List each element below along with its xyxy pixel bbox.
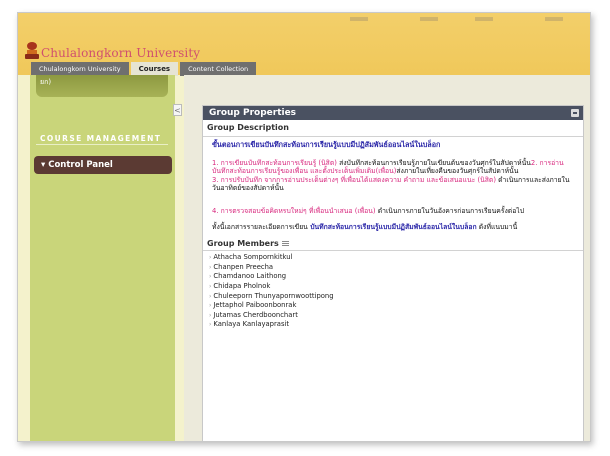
list-item[interactable]: Jutamas Cherdboonchart bbox=[209, 311, 583, 321]
group-members-list: Athacha Sompornkitkul Chanpen Preecha Ch… bbox=[203, 253, 583, 330]
note-document-title: บันทึกสะท้อนการเรียนรู้แบบมีปฏิสัมพันธ์อ… bbox=[307, 222, 477, 231]
list-item[interactable]: Jettaphol Paiboonbonrak bbox=[209, 301, 583, 311]
list-item[interactable]: Athacha Sompornkitkul bbox=[209, 253, 583, 263]
note-suffix: ดังที่แนบมานี้ bbox=[476, 222, 518, 231]
list-item[interactable]: Kanlaya Kanlayaprasit bbox=[209, 320, 583, 330]
tab-content-collection[interactable]: Content Collection bbox=[180, 62, 257, 76]
step-4-label: 4. การตรวจสอบข้อคิดหรบใหม่ๆ ที่เพื่อนนำเ… bbox=[212, 206, 353, 215]
group-properties-panel: Group Properties Group Description ขั้นต… bbox=[202, 105, 584, 441]
university-logo[interactable]: Chulalongkorn University bbox=[24, 40, 200, 60]
step-2-text: ส่งภายในเที่ยงคืนของวันศุกร์ในสัปดาห์นั้… bbox=[396, 167, 519, 176]
panel-title-text: Group Properties bbox=[209, 108, 297, 118]
tab-courses[interactable]: Courses bbox=[130, 62, 179, 76]
description-steps-1-3: 1. การเขียนบันทึกสะท้อนการเรียนรู้ (นิสิ… bbox=[212, 159, 575, 193]
main-content: Group Properties Group Description ขั้นต… bbox=[184, 75, 590, 441]
description-step-4: 4. การตรวจสอบข้อคิดหรบใหม่ๆ ที่เพื่อนนำเ… bbox=[212, 207, 575, 216]
top-toolbar-icons bbox=[350, 17, 580, 27]
step-4-text: ดำเนินการภายในวันอังคารก่อนการเรียนครั้ง… bbox=[375, 206, 525, 215]
list-icon[interactable] bbox=[281, 241, 289, 248]
sidebar-item-control-panel[interactable]: ▾ Control Panel bbox=[34, 156, 172, 174]
description-attachment-note: ทั้งนี้เอกสารรายละเอียดการเขียน บันทึกสะ… bbox=[212, 223, 575, 232]
header-banner: Chulalongkorn University Chulalongkorn U… bbox=[18, 13, 590, 76]
tab-institution[interactable]: Chulalongkorn University bbox=[31, 62, 129, 76]
university-emblem-icon bbox=[24, 42, 40, 60]
list-item[interactable]: Chamdanoo Laithong bbox=[209, 272, 583, 282]
step-1-label: 1. การเขียนบันทึกสะท้อนการเรียนรู้ (นิสิ… bbox=[212, 158, 337, 167]
group-description-heading: Group Description bbox=[203, 120, 583, 137]
group-members-heading: Group Members bbox=[203, 238, 583, 252]
list-item[interactable]: Chanpen Preecha bbox=[209, 263, 583, 273]
control-panel-label: Control Panel bbox=[48, 160, 113, 170]
list-item[interactable]: Chuleeporn Thunyapornwoottipong bbox=[209, 292, 583, 302]
step-3-label: 3. การปรับบันทึก จากการอ่านประเด็นต่างๆ … bbox=[212, 175, 476, 184]
description-title: ขั้นตอนการเขียนบันทึกสะท้อนการเรียนรู้แบ… bbox=[212, 140, 441, 149]
collapse-sidebar-button[interactable]: < bbox=[173, 104, 182, 116]
course-sidebar: ยก) COURSE MANAGEMENT ▾ Control Panel bbox=[30, 75, 175, 441]
step-4-role: (เพื่อน) bbox=[352, 206, 376, 215]
sidebar-item-top[interactable]: ยก) bbox=[36, 75, 168, 97]
course-management-heading: COURSE MANAGEMENT bbox=[40, 134, 162, 143]
step-1-text: ส่งบันทึกสะท้อนการเรียนรู้ภายในเขียนต้นข… bbox=[336, 158, 531, 167]
note-prefix: ทั้งนี้เอกสารรายละเอียดการเขียน bbox=[212, 222, 308, 231]
panel-title: Group Properties bbox=[203, 106, 583, 120]
step-3-role: (นิสิต) bbox=[475, 175, 496, 184]
group-description: ขั้นตอนการเขียนบันทึกสะท้อนการเรียนรู้แบ… bbox=[203, 137, 583, 231]
list-item[interactable]: Chidapa Pholnok bbox=[209, 282, 583, 292]
group-members-label: Group Members bbox=[207, 239, 279, 249]
browser-window: Chulalongkorn University Chulalongkorn U… bbox=[17, 12, 591, 442]
minimize-icon[interactable] bbox=[571, 109, 579, 117]
tab-bar: Chulalongkorn University Courses Content… bbox=[31, 62, 258, 76]
university-name: Chulalongkorn University bbox=[41, 46, 201, 60]
sidebar-divider bbox=[36, 144, 168, 145]
